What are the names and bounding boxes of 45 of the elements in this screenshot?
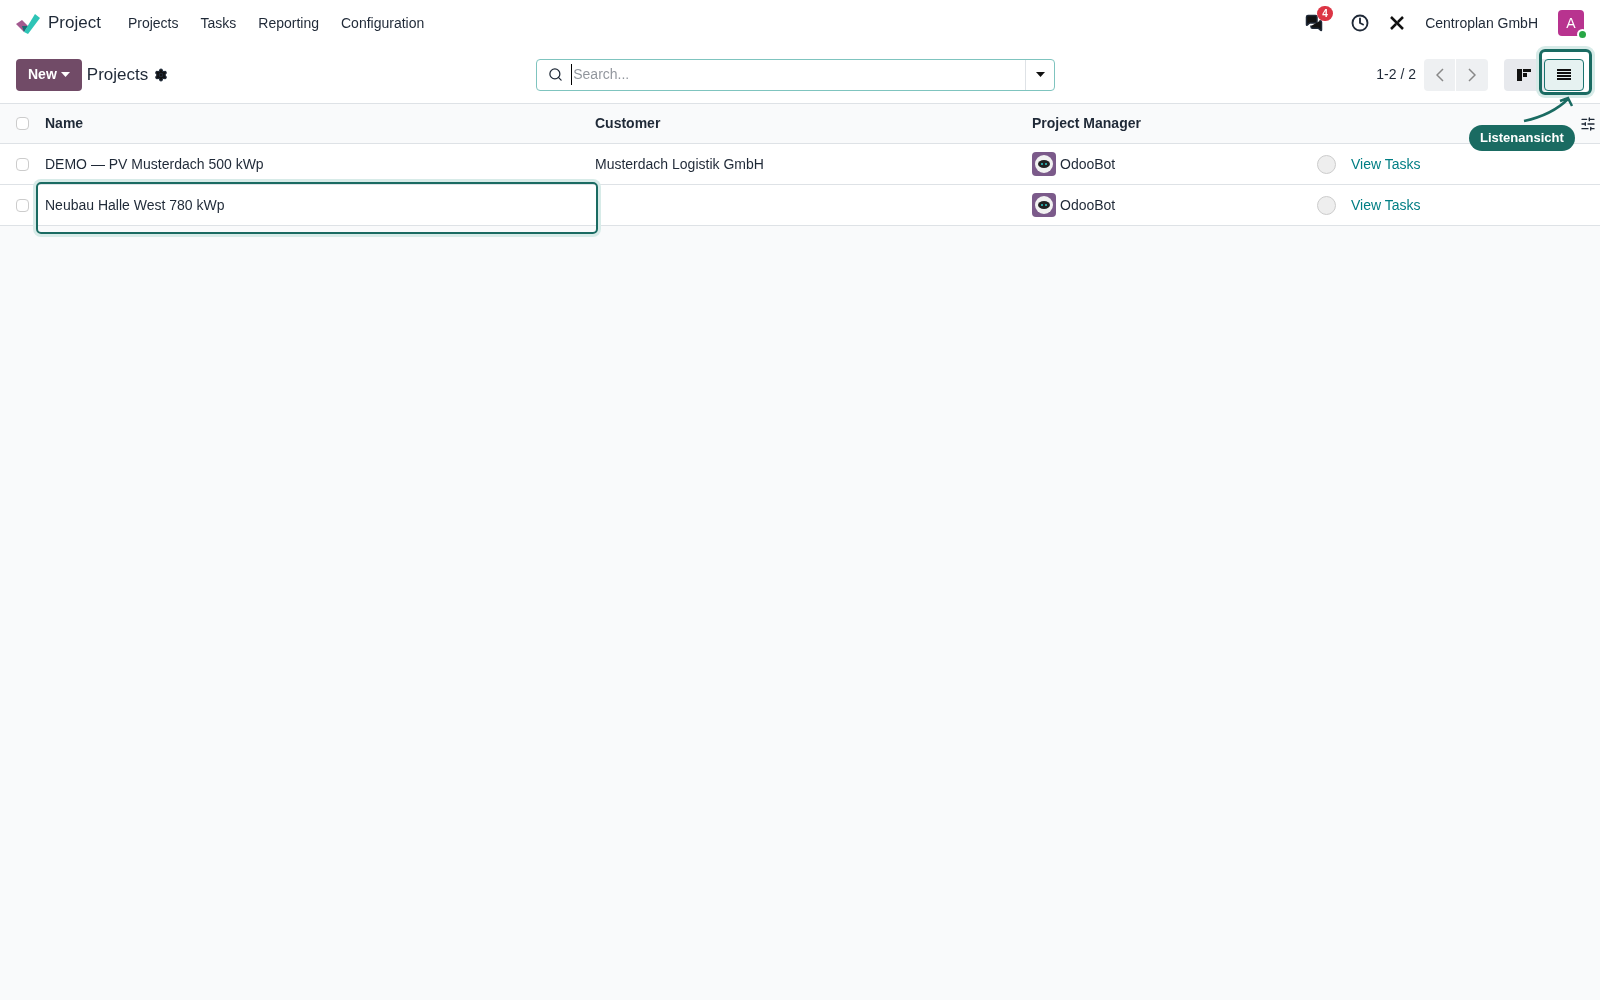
chevron-right-icon — [1468, 67, 1476, 82]
menu-item[interactable]: Projects — [116, 12, 190, 34]
row-checkbox[interactable] — [16, 157, 29, 171]
column-header[interactable]: Project Manager — [1032, 115, 1141, 131]
column-header[interactable]: Name — [45, 115, 84, 131]
column-header[interactable]: Customer — [595, 115, 661, 131]
chevron-left-icon — [1435, 67, 1444, 82]
manager-name: OdooBot — [1060, 195, 1116, 215]
row-checkbox[interactable] — [16, 198, 29, 212]
list-view-icon — [1556, 67, 1572, 82]
menu-item[interactable]: Reporting — [247, 12, 330, 34]
pager-value: 1-2 / 2 — [1376, 65, 1416, 84]
page-title: Projects — [86, 63, 149, 86]
user-avatar[interactable]: A — [1558, 10, 1584, 36]
kanban-view-icon — [1516, 66, 1532, 83]
settings-icon[interactable] — [154, 67, 169, 82]
view-tasks-link[interactable]: View Tasks — [1351, 194, 1421, 216]
annotation-arrow — [1522, 95, 1574, 123]
app-logo-icon — [16, 12, 40, 34]
select-all-checkbox[interactable] — [16, 117, 29, 130]
highlight-frame — [1539, 49, 1592, 95]
project-name-cell: DEMO — PV Musterdach 500 kWp — [45, 155, 264, 172]
new-button[interactable]: New — [16, 58, 82, 91]
online-status-icon — [1577, 29, 1588, 40]
customer-cell: Musterdach Logistik GmbH — [595, 155, 764, 172]
view-switch-button[interactable] — [1544, 58, 1584, 91]
app-name[interactable]: Project — [48, 10, 101, 36]
robot-avatar-icon — [1032, 152, 1056, 176]
caret-icon — [60, 71, 70, 78]
menu-item[interactable]: Tasks — [189, 12, 248, 34]
optional-columns-icon[interactable] — [1580, 115, 1596, 132]
search-icon — [548, 67, 564, 82]
company-name[interactable]: Centroplan GmbH — [1425, 12, 1538, 34]
search-input[interactable]: Search... — [571, 64, 1026, 85]
messages-icon[interactable] — [1305, 14, 1324, 32]
menu-item[interactable]: Configuration — [330, 12, 436, 34]
clock-icon[interactable] — [1351, 14, 1370, 32]
robot-avatar-icon — [1032, 193, 1056, 217]
annotation-label: Listenansicht — [1469, 125, 1575, 151]
project-name-cell: Neubau Halle West 780 kWp — [45, 196, 225, 213]
view-tasks-link[interactable]: View Tasks — [1351, 153, 1421, 175]
message-count-badge: 4 — [1317, 6, 1333, 21]
search-field[interactable]: Search... — [536, 58, 1056, 91]
manager-name: OdooBot — [1060, 154, 1116, 174]
caret-icon — [1035, 71, 1045, 78]
